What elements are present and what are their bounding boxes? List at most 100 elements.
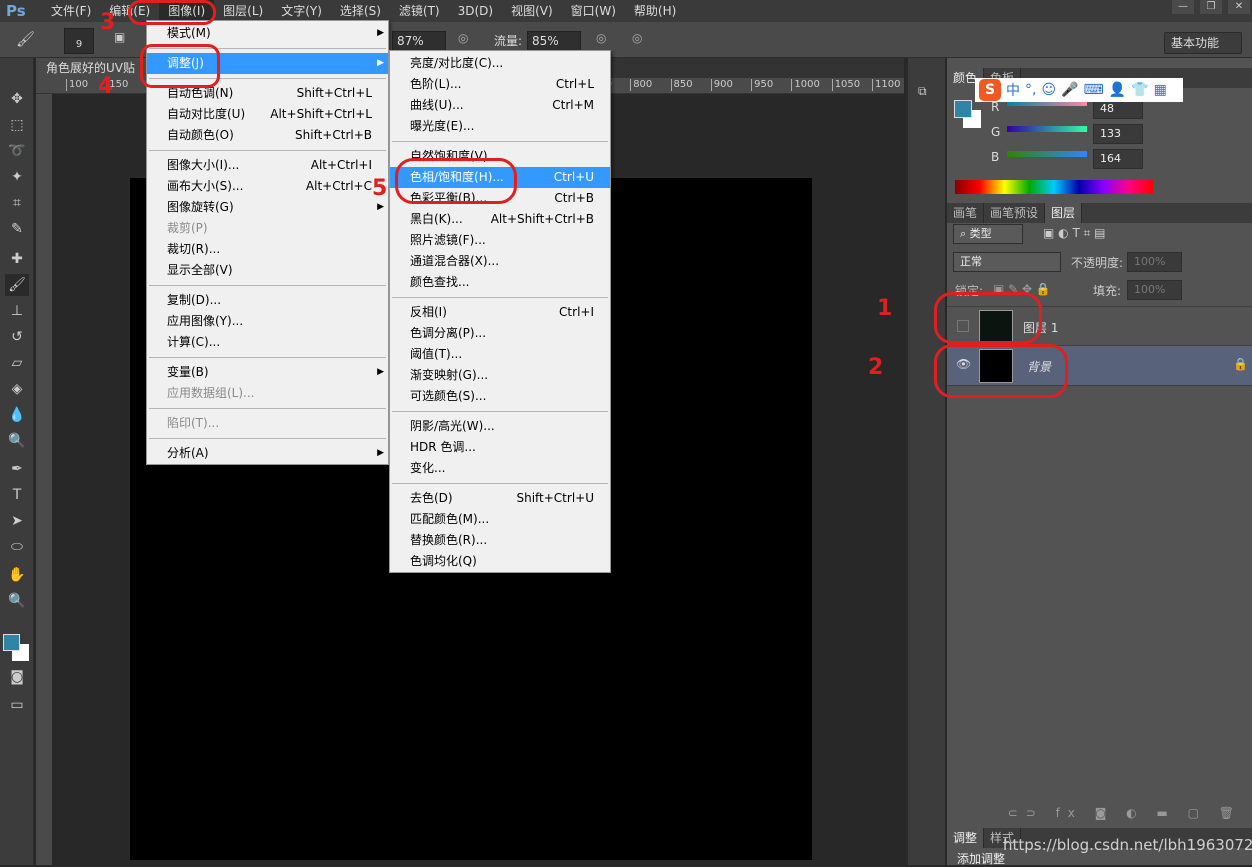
menu-file[interactable]: 文件(F) xyxy=(42,0,100,22)
menu-window[interactable]: 窗口(W) xyxy=(562,0,625,22)
brush-tool-icon[interactable]: 🖌 xyxy=(16,30,35,48)
menu-item[interactable]: HDR 色调... xyxy=(390,437,610,458)
type-tool-icon[interactable]: T xyxy=(5,484,29,506)
skin-icon[interactable]: 👕 xyxy=(1131,82,1148,98)
mic-icon[interactable]: 🎤 xyxy=(1061,82,1078,98)
airbrush-icon[interactable]: ◎ xyxy=(596,31,606,45)
tab-brush[interactable]: 画笔 xyxy=(947,203,985,223)
brush-tool-icon[interactable]: 🖌 xyxy=(5,274,29,296)
menu-select[interactable]: 选择(S) xyxy=(331,0,390,22)
menu-item[interactable]: 阈值(T)... xyxy=(390,344,610,365)
menu-item[interactable]: 自动对比度(U) Alt+Shift+Ctrl+L xyxy=(147,104,388,125)
history-brush-icon[interactable]: ↺ xyxy=(5,326,29,348)
eyedropper-icon[interactable]: ✎ xyxy=(5,218,29,240)
3d-panel-icon[interactable]: ⧉ xyxy=(918,84,927,99)
layer-opacity-field[interactable]: 100% xyxy=(1127,252,1182,272)
lasso-tool-icon[interactable]: ➰ xyxy=(5,140,29,162)
menu-item[interactable]: 变化... xyxy=(390,458,610,479)
toolbox-icon[interactable]: ▦ xyxy=(1154,82,1167,98)
hand-tool-icon[interactable]: ✋ xyxy=(5,564,29,586)
menu-item[interactable]: 去色(D) Shift+Ctrl+U xyxy=(390,488,610,509)
b-slider[interactable] xyxy=(1007,151,1087,157)
move-tool-icon[interactable]: ✥ xyxy=(5,88,29,110)
magic-wand-icon[interactable]: ✦ xyxy=(5,166,29,188)
menu-item[interactable]: 替换颜色(R)... xyxy=(390,530,610,551)
color-ramp[interactable] xyxy=(955,180,1153,194)
layer-fill-field[interactable]: 100% xyxy=(1127,280,1182,300)
blur-tool-icon[interactable]: 💧 xyxy=(5,404,29,426)
ime-lang[interactable]: 中 xyxy=(1006,80,1020,100)
menu-item[interactable]: 照片滤镜(F)... xyxy=(390,230,610,251)
ime-punct[interactable]: °, xyxy=(1025,82,1036,98)
menu-item[interactable]: 自动颜色(O) Shift+Ctrl+B xyxy=(147,125,388,146)
menu-item[interactable]: 亮度/对比度(C)... xyxy=(390,53,610,74)
bucket-icon[interactable]: ◈ xyxy=(5,378,29,400)
menu-item[interactable]: 显示全部(V) xyxy=(147,260,388,281)
g-field[interactable]: 133 xyxy=(1093,124,1143,144)
layers-footer-icons[interactable]: ⊂⊃ fx ◙ ◐ ▬ ▢ 🗑 xyxy=(947,806,1252,826)
ellipse-tool-icon[interactable]: ⬭ xyxy=(5,536,29,558)
menu-item[interactable]: 色调分离(P)... xyxy=(390,323,610,344)
screen-mode-icon[interactable]: ▭ xyxy=(5,694,29,716)
tab-brush-presets[interactable]: 画笔预设 xyxy=(984,203,1046,223)
sogou-logo-icon[interactable]: S xyxy=(979,79,1001,101)
menu-item[interactable]: 图像大小(I)... Alt+Ctrl+I xyxy=(147,155,388,176)
zoom-tool-icon[interactable]: 🔍 xyxy=(5,590,29,612)
workspace-select[interactable]: 基本功能 xyxy=(1164,32,1242,54)
document-tab[interactable]: 角色展好的UV贴图 xyxy=(36,58,146,95)
b-field[interactable]: 164 xyxy=(1093,149,1143,169)
foreground-color-swatch[interactable] xyxy=(3,634,20,651)
opacity-field[interactable]: 87% xyxy=(392,31,446,51)
r-field[interactable]: 48 xyxy=(1093,99,1143,119)
menu-type[interactable]: 文字(Y) xyxy=(272,0,331,22)
marquee-tool-icon[interactable]: ⬚ xyxy=(5,114,29,136)
menu-item[interactable]: 匹配颜色(M)... xyxy=(390,509,610,530)
flow-field[interactable]: 85% xyxy=(527,31,581,51)
dodge-tool-icon[interactable]: 🔍 xyxy=(5,430,29,452)
path-select-icon[interactable]: ➤ xyxy=(5,510,29,532)
menu-item[interactable]: 分析(A) ▶ xyxy=(147,443,388,464)
menu-item[interactable]: 裁切(R)... xyxy=(147,239,388,260)
color-fg-swatch[interactable] xyxy=(954,100,972,118)
menu-item[interactable]: 黑白(K)... Alt+Shift+Ctrl+B xyxy=(390,209,610,230)
tab-layers[interactable]: 图层 xyxy=(1045,203,1083,223)
menu-item[interactable]: 模式(M) ▶ xyxy=(147,23,388,44)
filter-pixel-icon[interactable]: ▣ ◐ T ⌗ ▤ xyxy=(1043,226,1106,241)
menu-view[interactable]: 视图(V) xyxy=(502,0,562,22)
brush-size-picker[interactable]: 9 xyxy=(64,28,94,54)
healing-brush-icon[interactable]: ✚ xyxy=(5,248,29,270)
menu-filter[interactable]: 滤镜(T) xyxy=(390,0,449,22)
menu-item[interactable]: 应用图像(Y)... xyxy=(147,311,388,332)
minimize-button[interactable]: — xyxy=(1172,0,1194,14)
menu-item[interactable]: 曝光度(E)... xyxy=(390,116,610,137)
menu-help[interactable]: 帮助(H) xyxy=(625,0,685,22)
brush-panel-icon[interactable]: ▣ xyxy=(114,30,125,44)
blend-mode-select[interactable]: 正常 xyxy=(953,252,1061,272)
menu-item[interactable]: 可选颜色(S)... xyxy=(390,386,610,407)
menu-item[interactable]: 画布大小(S)... Alt+Ctrl+C xyxy=(147,176,388,197)
pen-tool-icon[interactable]: ✒ xyxy=(5,458,29,480)
keyboard-icon[interactable]: ⌨ xyxy=(1084,82,1104,98)
g-slider[interactable] xyxy=(1007,126,1087,132)
menu-item[interactable]: 颜色查找... xyxy=(390,272,610,293)
pressure-opacity-icon[interactable]: ◎ xyxy=(458,31,468,45)
eraser-icon[interactable]: ▱ xyxy=(5,352,29,374)
menu-item[interactable]: 复制(D)... xyxy=(147,290,388,311)
menu-item[interactable]: 渐变映射(G)... xyxy=(390,365,610,386)
user-icon[interactable]: 👤 xyxy=(1109,82,1126,98)
close-button[interactable]: ✕ xyxy=(1228,0,1250,14)
menu-item[interactable]: 色阶(L)... Ctrl+L xyxy=(390,74,610,95)
menu-item[interactable]: 色调均化(Q) xyxy=(390,551,610,572)
menu-item[interactable]: 通道混合器(X)... xyxy=(390,251,610,272)
menu-layer[interactable]: 图层(L) xyxy=(214,0,272,22)
stamp-tool-icon[interactable]: ⊥ xyxy=(5,300,29,322)
menu-item[interactable]: 曲线(U)... Ctrl+M xyxy=(390,95,610,116)
layer-filter-select[interactable]: ⌕ 类型 xyxy=(953,224,1023,244)
menu-item[interactable]: 图像旋转(G) ▶ xyxy=(147,197,388,218)
menu-item[interactable]: 计算(C)... xyxy=(147,332,388,353)
menu-3d[interactable]: 3D(D) xyxy=(449,0,502,22)
crop-tool-icon[interactable]: ⌗ xyxy=(5,192,29,214)
tab-adjustments[interactable]: 调整 xyxy=(947,828,985,848)
menu-item[interactable]: 阴影/高光(W)... xyxy=(390,416,610,437)
restore-button[interactable]: ❐ xyxy=(1200,0,1222,14)
